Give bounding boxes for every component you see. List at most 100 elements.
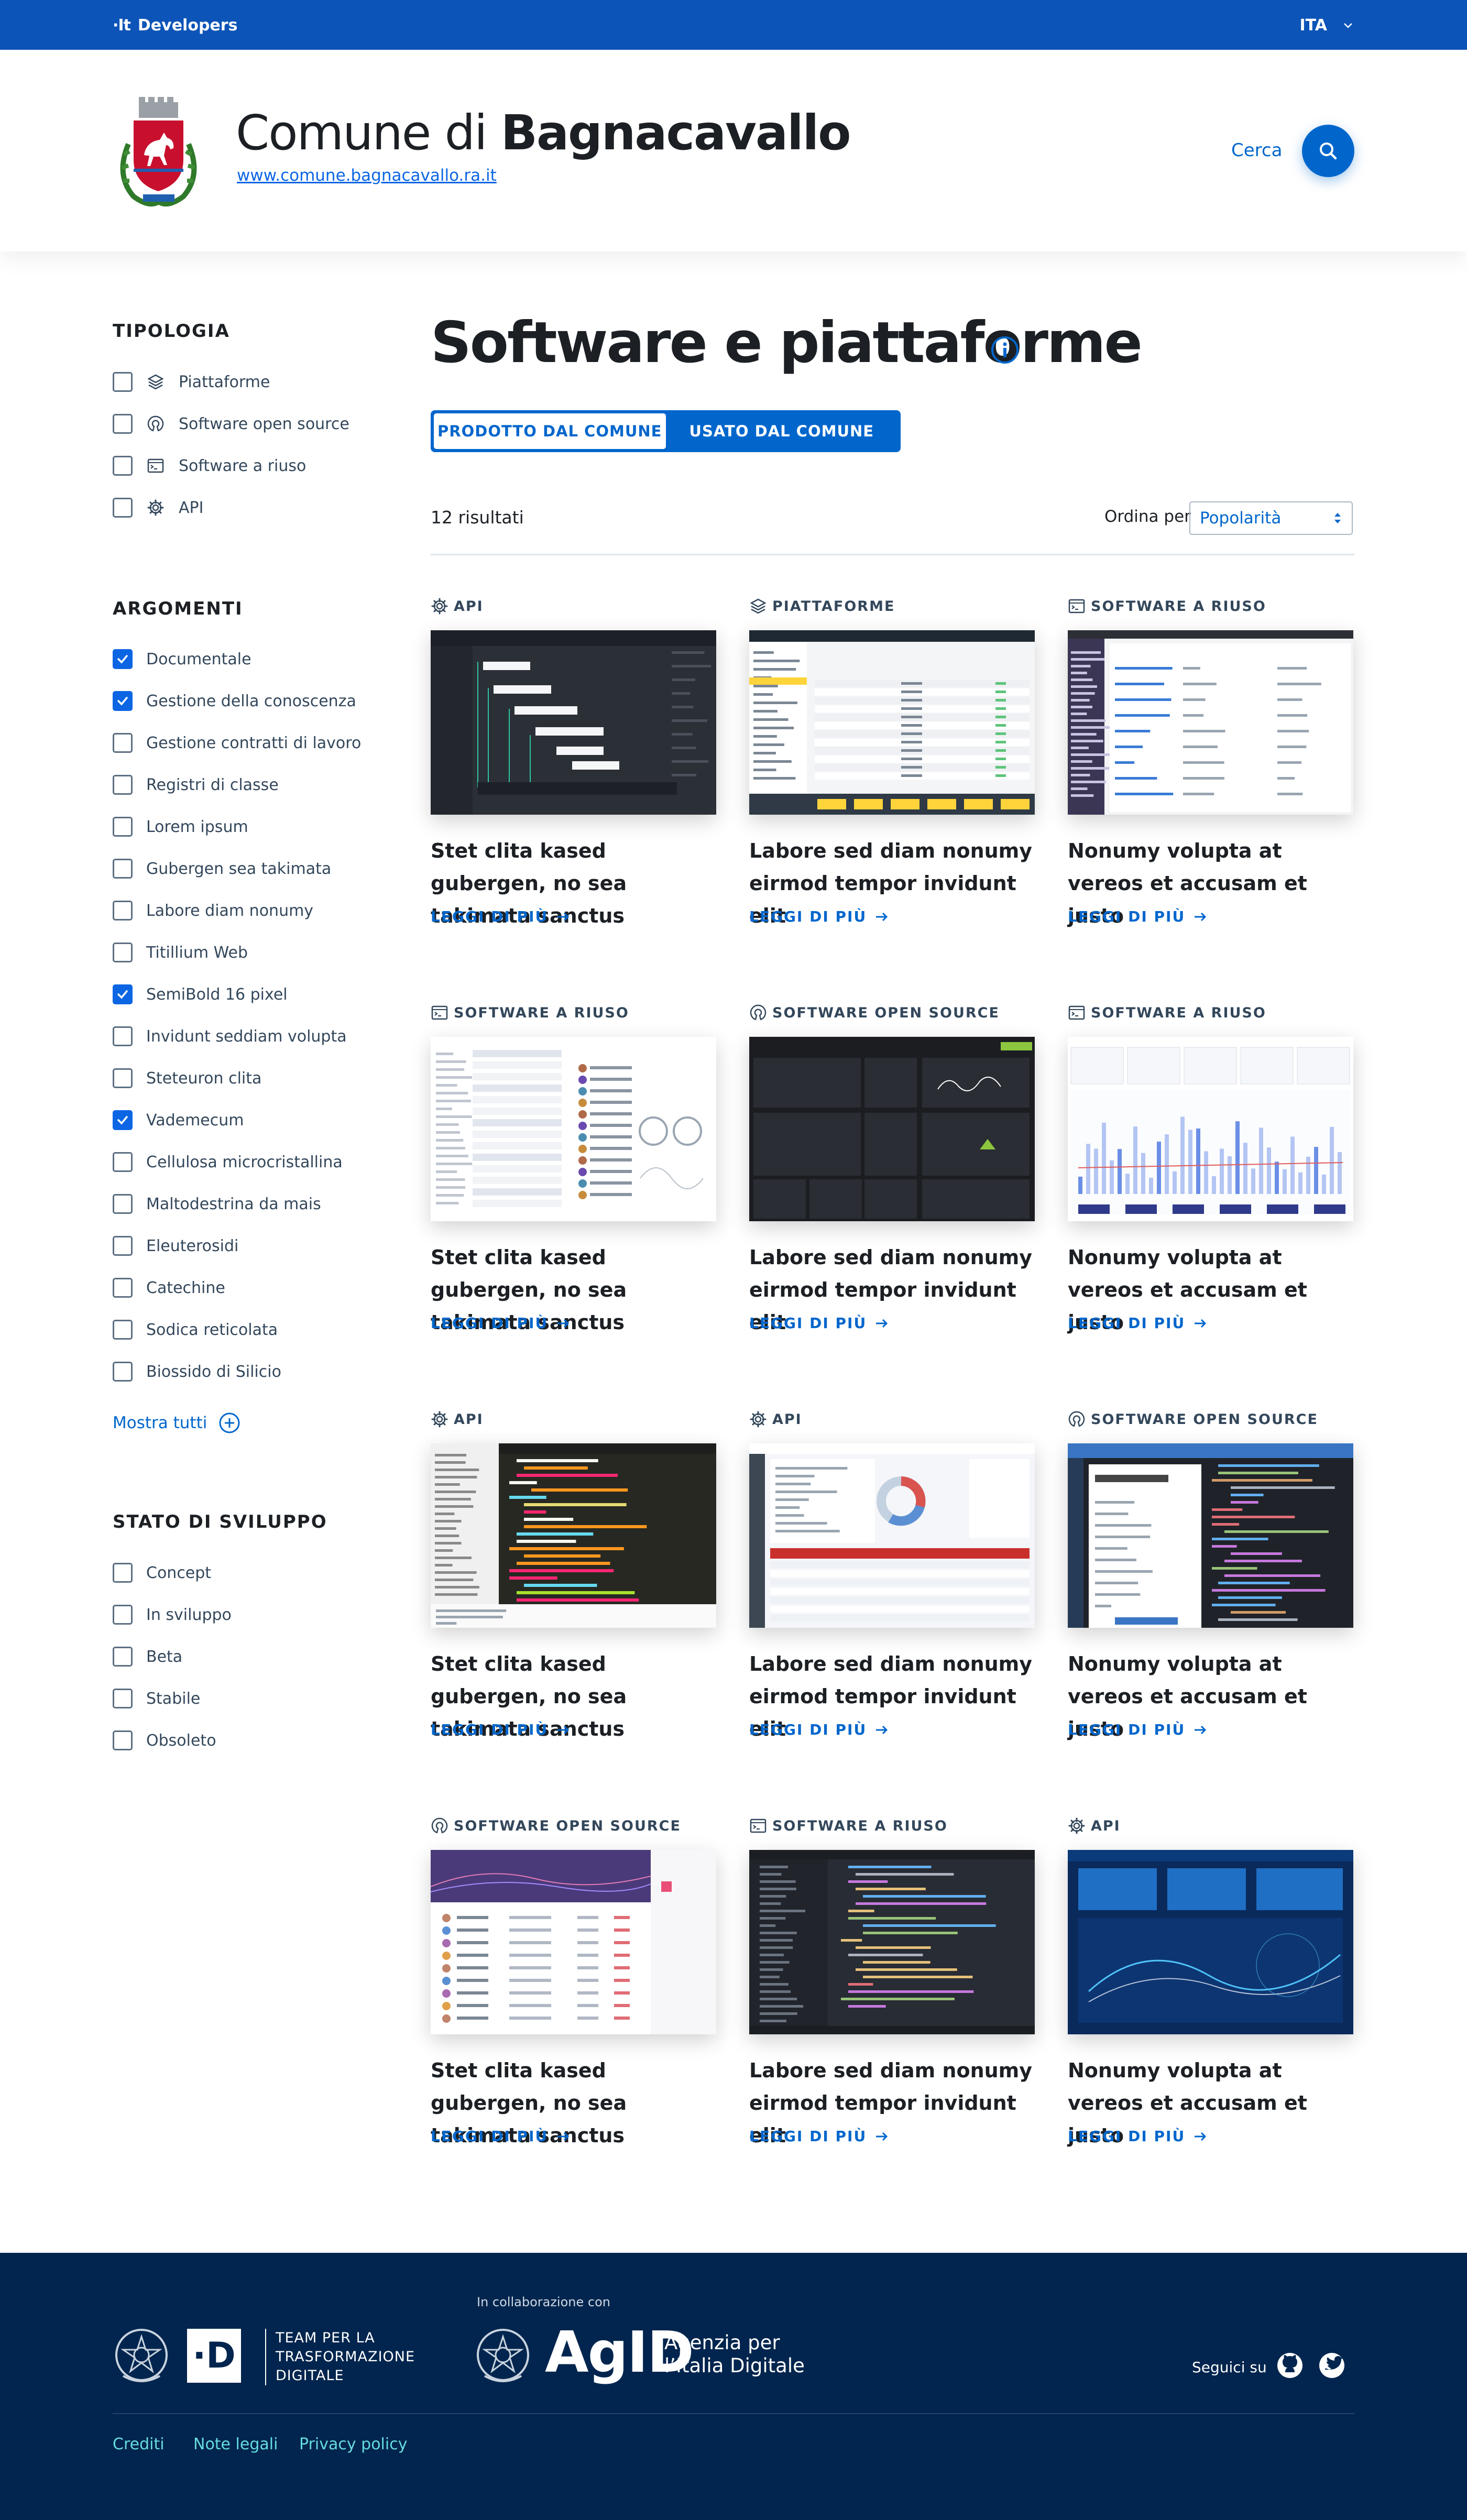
card-title[interactable]: Labore sed diam nonumy eirmod tempor inv… [749,835,1035,927]
software-card[interactable]: SOFTWARE A RIUSO Nonumy volupta at vereo… [1068,596,1353,927]
filter-option[interactable]: Labore diam nonumy [113,890,361,932]
team-digitale-logo[interactable]: ·D [187,2329,241,2383]
filter-checkbox[interactable] [113,1278,133,1298]
filter-checkbox[interactable] [113,1152,133,1172]
card-screenshot-image[interactable] [1068,1037,1353,1221]
developers-brand[interactable]: ·It Developers [113,15,237,36]
software-card[interactable]: API Stet clita kased gubergen, no sea ta… [431,1409,716,1740]
filter-checkbox[interactable] [113,414,133,434]
filter-option[interactable]: Gestione contratti di lavoro [113,722,361,764]
filter-checkbox[interactable] [113,817,133,837]
card-screenshot-image[interactable] [749,1850,1035,2034]
filter-checkbox[interactable] [113,691,133,711]
filter-checkbox[interactable] [113,1026,133,1046]
card-title[interactable]: Stet clita kased gubergen, no sea takima… [431,2054,716,2147]
footer-link-note-legali[interactable]: Note legali [193,2435,278,2453]
filter-option[interactable]: Steteuron clita [113,1057,361,1099]
filter-option[interactable]: Invidunt seddiam volupta [113,1015,361,1057]
filter-checkbox[interactable] [113,901,133,921]
software-card[interactable]: API Labore sed diam nonumy eirmod tempor… [749,1409,1035,1740]
card-screenshot-image[interactable] [431,1850,716,2034]
read-more-link[interactable]: LEGGI DI PIÙ [1068,908,1353,925]
filter-option[interactable]: Titillium Web [113,932,361,973]
filter-checkbox[interactable] [113,498,133,518]
search-label[interactable]: Cerca [1231,140,1282,161]
info-icon[interactable] [990,335,1020,365]
read-more-link[interactable]: LEGGI DI PIÙ [1068,1721,1353,1738]
software-card[interactable]: SOFTWARE OPEN SOURCE Labore sed diam non… [749,1002,1035,1334]
filter-checkbox[interactable] [113,1605,133,1625]
filter-checkbox[interactable] [113,859,133,879]
filter-option[interactable]: Registri di classe [113,764,361,806]
card-title[interactable]: Labore sed diam nonumy eirmod tempor inv… [749,1648,1035,1740]
filter-option[interactable]: Cellulosa microcristallina [113,1141,361,1183]
software-card[interactable]: SOFTWARE OPEN SOURCE Stet clita kased gu… [431,1815,716,2147]
filter-option[interactable]: Software a riuso [113,445,349,487]
filter-option[interactable]: Sodica reticolata [113,1309,361,1351]
filter-checkbox[interactable] [113,1362,133,1382]
card-title[interactable]: Stet clita kased gubergen, no sea takima… [431,835,716,927]
card-screenshot-image[interactable] [749,630,1035,815]
filter-option[interactable]: Stabile [113,1678,232,1719]
filter-checkbox[interactable] [113,733,133,753]
github-icon[interactable] [1277,2352,1303,2379]
footer-link-crediti[interactable]: Crediti [113,2435,165,2453]
filter-option[interactable]: Gubergen sea takimata [113,848,361,890]
card-screenshot-image[interactable] [1068,1850,1353,2034]
filter-checkbox[interactable] [113,984,133,1004]
filter-checkbox[interactable] [113,649,133,669]
card-title[interactable]: Nonumy volupta at vereos et accusam et j… [1068,1241,1353,1334]
read-more-link[interactable]: LEGGI DI PIÙ [749,2128,1035,2145]
filter-option[interactable]: Eleuterosidi [113,1225,361,1267]
site-url-link[interactable]: www.comune.bagnacavallo.ra.it [237,166,497,185]
filter-checkbox[interactable] [113,775,133,795]
filter-option[interactable]: In sviluppo [113,1594,232,1636]
filter-option[interactable]: Beta [113,1636,232,1678]
software-card[interactable]: API Stet clita kased gubergen, no sea ta… [431,596,716,927]
filter-checkbox[interactable] [113,1647,133,1667]
filter-checkbox[interactable] [113,1689,133,1708]
filter-checkbox[interactable] [113,1320,133,1340]
software-card[interactable]: SOFTWARE A RIUSO Labore sed diam nonumy … [749,1815,1035,2147]
filter-option[interactable]: Lorem ipsum [113,806,361,848]
filter-option[interactable]: Maltodestrina da mais [113,1183,361,1225]
software-card[interactable]: SOFTWARE A RIUSO Stet clita kased guberg… [431,1002,716,1334]
card-title[interactable]: Labore sed diam nonumy eirmod tempor inv… [749,2054,1035,2147]
filter-option[interactable]: API [113,487,349,529]
sort-select[interactable]: Popolarità [1189,501,1353,535]
filter-option[interactable]: Piattaforme [113,361,349,403]
twitter-icon[interactable] [1319,2352,1345,2379]
software-card[interactable]: SOFTWARE OPEN SOURCE Nonumy volupta at v… [1068,1409,1353,1740]
software-card[interactable]: API Nonumy volupta at vereos et accusam … [1068,1815,1353,2147]
site-title[interactable]: Comune di Bagnacavallo [236,105,851,161]
filter-checkbox[interactable] [113,943,133,962]
card-screenshot-image[interactable] [431,1443,716,1628]
tab-prodotto-dal-comune[interactable]: PRODOTTO DAL COMUNE [434,413,666,449]
filter-option[interactable]: Obsoleto [113,1719,232,1761]
filter-checkbox[interactable] [113,1110,133,1130]
language-selector[interactable]: ITA [1299,15,1354,36]
show-all-link[interactable]: Mostra tutti [113,1412,240,1434]
municipal-crest-logo[interactable] [113,92,204,210]
card-title[interactable]: Stet clita kased gubergen, no sea takima… [431,1241,716,1334]
card-screenshot-image[interactable] [1068,630,1353,815]
card-title[interactable]: Stet clita kased gubergen, no sea takima… [431,1648,716,1740]
filter-option[interactable]: Vademecum [113,1099,361,1141]
read-more-link[interactable]: LEGGI DI PIÙ [1068,2128,1353,2145]
filter-checkbox[interactable] [113,1730,133,1750]
read-more-link[interactable]: LEGGI DI PIÙ [1068,1314,1353,1332]
read-more-link[interactable]: LEGGI DI PIÙ [749,1721,1035,1738]
software-card[interactable]: PIATTAFORME Labore sed diam nonumy eirmo… [749,596,1035,927]
card-screenshot-image[interactable] [431,630,716,815]
read-more-link[interactable]: LEGGI DI PIÙ [749,908,1035,925]
filter-checkbox[interactable] [113,1236,133,1256]
card-title[interactable]: Nonumy volupta at vereos et accusam et j… [1068,1648,1353,1740]
filter-option[interactable]: Concept [113,1552,232,1594]
filter-option[interactable]: SemiBold 16 pixel [113,973,361,1015]
filter-checkbox[interactable] [113,1563,133,1583]
tab-usato-dal-comune[interactable]: USATO DAL COMUNE [666,413,898,449]
filter-option[interactable]: Documentale [113,638,361,680]
filter-option[interactable]: Software open source [113,403,349,445]
filter-checkbox[interactable] [113,372,133,392]
filter-checkbox[interactable] [113,1068,133,1088]
